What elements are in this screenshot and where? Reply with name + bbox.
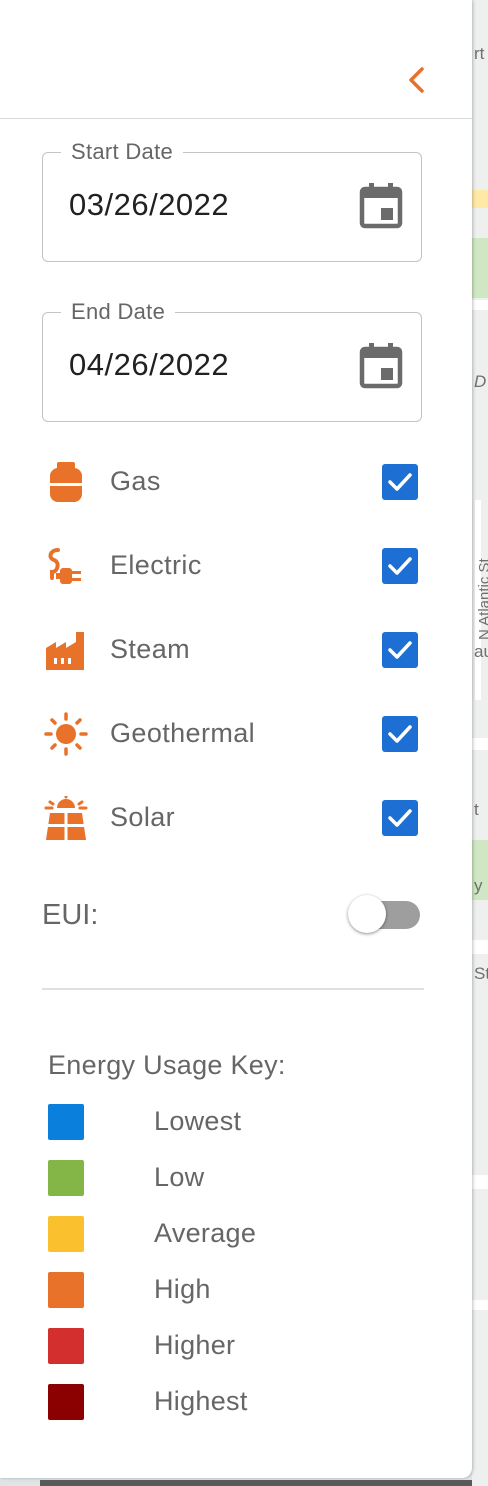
energy-key-title: Energy Usage Key: [48,1050,286,1080]
map-view[interactable]: rt D N Atlantic St au t y St [472,0,488,1486]
utility-label: Electric [110,550,202,580]
start-date-field[interactable]: Start Date 03/26/2022 [42,139,422,262]
energy-key-label: Highest [154,1386,248,1416]
solar-panel-icon [44,796,88,840]
energy-key-label: Low [154,1162,205,1192]
energy-key-item: Higher [0,1326,472,1366]
map-park [472,238,488,298]
map-road [472,940,488,954]
energy-key-label: Higher [154,1330,236,1360]
energy-key-item: Average [0,1214,472,1254]
energy-key-item: Lowest [0,1102,472,1142]
utility-label: Solar [110,802,176,832]
electric-checkbox[interactable] [382,548,418,584]
utility-row-gas[interactable]: Gas [0,452,472,512]
map-label: au [474,642,488,661]
map-road [472,1175,488,1189]
checkmark-icon [388,473,412,491]
color-swatch [48,1160,84,1196]
color-swatch [48,1272,84,1308]
gas-tank-icon [50,462,82,502]
collapse-panel-button[interactable] [398,62,434,98]
map-label: St [474,964,488,983]
steam-checkbox[interactable] [382,632,418,668]
map-label: rt [474,44,485,63]
calendar-icon[interactable] [359,343,403,389]
energy-key-label: High [154,1274,211,1304]
energy-key-label: Average [154,1218,257,1248]
panel-header [0,0,472,119]
end-date-label: End Date [61,299,176,325]
chevron-left-icon [409,67,424,93]
color-swatch [48,1104,84,1140]
energy-key-item: High [0,1270,472,1310]
toggle-knob[interactable] [348,895,386,933]
color-swatch [48,1216,84,1252]
filter-panel: Start Date 03/26/2022 End Date 04/26/202… [0,0,472,1478]
utility-row-steam[interactable]: Steam [0,620,472,680]
factory-icon [46,632,84,670]
map-road [472,300,488,310]
utility-row-electric[interactable]: Electric [0,536,472,596]
utility-row-geothermal[interactable]: Geothermal [0,704,472,764]
calendar-icon[interactable] [359,183,403,229]
map-street-label: N Atlantic St [476,558,488,640]
color-swatch [48,1384,84,1420]
start-date-value[interactable]: 03/26/2022 [69,187,229,223]
utility-row-solar[interactable]: Solar [0,788,472,848]
sun-icon [44,712,88,756]
geothermal-checkbox[interactable] [382,716,418,752]
color-swatch [48,1328,84,1364]
utility-label: Geothermal [110,718,256,748]
utility-label: Steam [110,634,191,664]
energy-key-label: Lowest [154,1106,242,1136]
power-plug-icon [48,548,81,584]
checkmark-icon [388,809,412,827]
energy-key-item: Highest [0,1382,472,1422]
utility-label: Gas [110,466,161,496]
eui-label: EUI: [42,899,99,931]
map-road [472,1300,488,1310]
checkmark-icon [388,557,412,575]
gas-checkbox[interactable] [382,464,418,500]
divider [42,988,424,990]
checkmark-icon [388,725,412,743]
start-date-label: Start Date [61,139,184,165]
map-road [472,738,488,750]
eui-toggle[interactable] [346,893,422,937]
app-root: rt D N Atlantic St au t y St Start Date … [0,0,488,1486]
map-road [472,190,488,208]
map-label: D [474,372,487,391]
end-date-value[interactable]: 04/26/2022 [69,347,229,383]
checkmark-icon [388,641,412,659]
map-label: y [474,876,483,895]
energy-key-item: Low [0,1158,472,1198]
end-date-field[interactable]: End Date 04/26/2022 [42,299,422,422]
bottom-scrollbar[interactable] [40,1480,472,1486]
solar-checkbox[interactable] [382,800,418,836]
map-label: t [474,800,479,819]
